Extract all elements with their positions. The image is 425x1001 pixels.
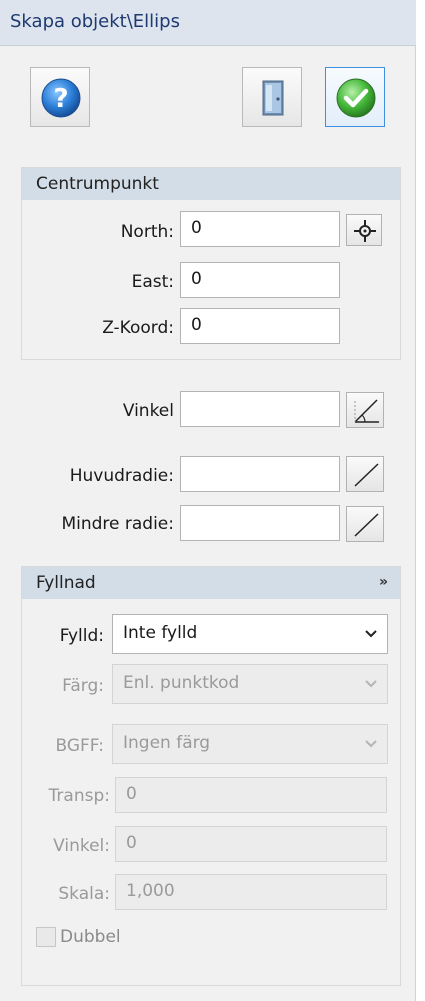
checkmark-icon (336, 78, 376, 118)
pick-huvudradie-button[interactable] (346, 456, 384, 492)
skala-label: Skala: (58, 884, 110, 904)
huvudradie-field[interactable] (180, 456, 340, 492)
bgff-select-value: Ingen färg (123, 733, 211, 753)
fylld-select[interactable]: Inte fylld (112, 614, 388, 654)
help-icon: ? (41, 78, 81, 118)
fyllnad-header-label: Fyllnad (36, 573, 96, 593)
door-exit-icon (262, 80, 284, 116)
dialog-panel: Skapa objekt\Ellips ? Centrumpunkt North… (0, 0, 416, 1001)
pick-mindre-radie-button[interactable] (346, 506, 384, 542)
transp-field[interactable]: 0 (115, 777, 387, 813)
exit-button[interactable] (242, 67, 302, 127)
transp-label: Transp: (48, 786, 110, 806)
z-koord-label: Z-Koord: (102, 318, 174, 338)
east-label: East: (131, 272, 174, 292)
farg-label: Färg: (62, 676, 104, 696)
farg-select-value: Enl. punktkod (123, 673, 240, 693)
bgff-select[interactable]: Ingen färg (112, 724, 388, 764)
chevron-down-icon (365, 680, 377, 688)
skala-field[interactable]: 1,000 (115, 874, 387, 910)
fyllnad-vinkel-field[interactable]: 0 (115, 826, 387, 862)
chevron-down-icon (365, 740, 377, 748)
centrumpunkt-header: Centrumpunkt (22, 168, 400, 200)
bgff-label: BGFF: (55, 736, 104, 756)
chevron-down-icon (365, 630, 377, 638)
line-measure-icon (354, 513, 379, 537)
huvudradie-label: Huvudradie: (69, 466, 174, 486)
fyllnad-vinkel-label: Vinkel: (53, 836, 110, 856)
pick-point-button[interactable] (346, 214, 382, 246)
east-field[interactable]: 0 (180, 262, 340, 298)
vinkel-field[interactable] (180, 391, 340, 427)
collapse-chevron-icon[interactable]: » (379, 574, 388, 590)
crosshair-icon (354, 220, 376, 242)
fylld-label: Fylld: (59, 626, 104, 646)
north-label: North: (120, 222, 174, 242)
title-bar: Skapa objekt\Ellips (0, 0, 416, 46)
vinkel-label: Vinkel (122, 401, 174, 421)
ok-button[interactable] (325, 67, 385, 127)
dialog-title: Skapa objekt\Ellips (10, 11, 180, 32)
fylld-select-value: Inte fylld (123, 623, 198, 643)
fyllnad-header[interactable]: Fyllnad » (22, 567, 400, 599)
centrumpunkt-header-label: Centrumpunkt (36, 174, 159, 194)
dubbel-checkbox[interactable] (36, 927, 56, 947)
mindre-radie-label: Mindre radie: (61, 514, 174, 534)
north-field[interactable]: 0 (180, 211, 340, 247)
farg-select[interactable]: Enl. punktkod (112, 664, 388, 704)
pick-angle-button[interactable] (346, 392, 384, 428)
z-koord-field[interactable]: 0 (180, 308, 340, 344)
dubbel-label: Dubbel (60, 927, 121, 947)
angle-icon (354, 399, 379, 423)
mindre-radie-field[interactable] (180, 505, 340, 541)
line-measure-icon (354, 463, 379, 487)
help-button[interactable]: ? (30, 67, 90, 127)
svg-text:?: ? (53, 84, 68, 114)
